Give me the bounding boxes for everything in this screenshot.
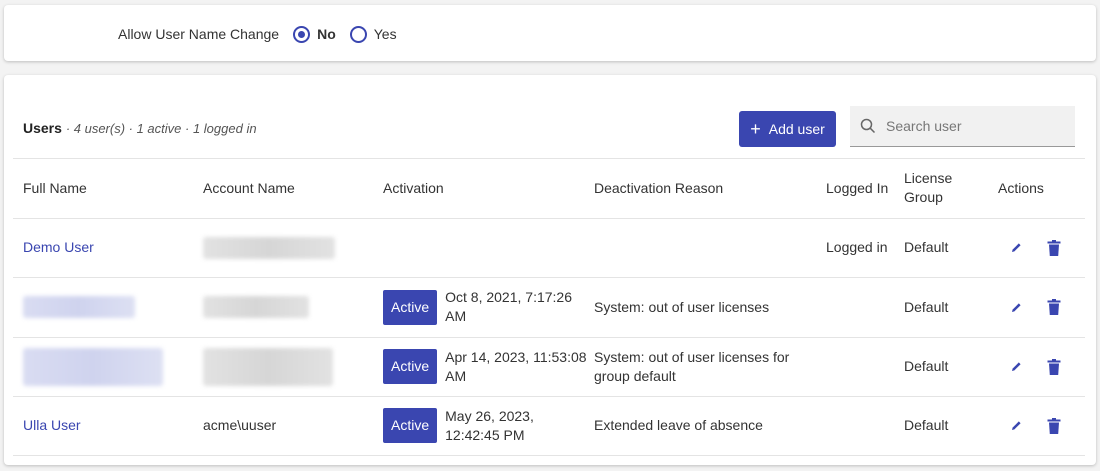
search-user-input[interactable] [886, 118, 1056, 134]
radio-no[interactable]: No [293, 25, 336, 43]
users-table: Full Name Account Name Activation Deacti… [13, 158, 1085, 456]
radio-no-label: No [317, 26, 336, 42]
activation-date: Apr 14, 2023, 11:53:08 AM [445, 348, 587, 384]
license-group: Default [904, 417, 949, 434]
add-user-button[interactable]: + Add user [739, 111, 836, 147]
status-badge: Active [383, 349, 438, 385]
redacted-account-name [203, 236, 335, 259]
deactivation-reason: System: out of user licenses for group d… [594, 348, 790, 384]
search-icon [860, 118, 876, 134]
license-group: Default [904, 298, 949, 315]
logged-in-status [826, 338, 896, 397]
radio-unchecked-icon[interactable] [349, 25, 367, 43]
table-row: Demo User Logged in Default [13, 217, 1085, 278]
table-row: Active Apr 14, 2023, 11:53:08 AM System:… [13, 336, 1085, 397]
header-deactivation-reason[interactable]: Deactivation Reason [594, 159, 809, 218]
pencil-icon[interactable] [1010, 419, 1023, 432]
pencil-icon[interactable] [1010, 241, 1023, 254]
user-name-link[interactable]: Ulla User [23, 416, 81, 435]
users-card: Users · 4 user(s) · 1 active · 1 logged … [4, 75, 1096, 465]
search-user-field[interactable] [850, 106, 1075, 147]
license-group: Default [904, 239, 949, 256]
users-counts: · 4 user(s) · 1 active · 1 logged in [65, 121, 257, 136]
status-badge: Active [383, 408, 438, 444]
pencil-icon[interactable] [1010, 301, 1023, 314]
table-row: Ulla User acme\uuser Active May 26, 2023… [13, 396, 1085, 456]
trash-icon[interactable] [1047, 417, 1061, 434]
radio-yes-label: Yes [373, 26, 397, 42]
header-license-group[interactable]: License Group [904, 159, 984, 218]
users-title: Users [23, 120, 62, 136]
users-summary: Users · 4 user(s) · 1 active · 1 logged … [23, 120, 257, 136]
plus-icon: + [750, 119, 761, 139]
trash-icon[interactable] [1047, 299, 1061, 316]
redacted-account-name [203, 296, 309, 319]
account-name: acme\uuser [203, 417, 277, 434]
radio-yes[interactable]: Yes [349, 25, 397, 43]
license-group: Default [904, 358, 949, 375]
deactivation-reason: Extended leave of absence [594, 417, 763, 434]
deactivation-reason: System: out of user licenses [594, 298, 770, 315]
activation-date: Oct 8, 2021, 7:17:26 AM [445, 289, 572, 325]
pencil-icon[interactable] [1010, 360, 1023, 373]
trash-icon[interactable] [1047, 358, 1061, 375]
radio-checked-icon[interactable] [293, 25, 311, 43]
header-logged-in[interactable]: Logged In [826, 159, 896, 218]
redacted-account-name [203, 347, 333, 386]
table-row: Active Oct 8, 2021, 7:17:26 AM System: o… [13, 277, 1085, 337]
logged-in-status: Logged in [826, 239, 888, 256]
header-activation[interactable]: Activation [383, 159, 588, 218]
allow-username-change-label: Allow User Name Change [118, 26, 280, 42]
redacted-full-name [23, 347, 163, 386]
trash-icon[interactable] [1047, 239, 1061, 256]
header-account-name[interactable]: Account Name [203, 159, 373, 218]
user-name-link[interactable]: Demo User [23, 238, 94, 257]
redacted-full-name [23, 296, 135, 319]
activation-date: May 26, 2023, 12:42:45 PM [445, 407, 534, 443]
settings-card: Allow User Name Change No Yes [4, 5, 1096, 61]
header-actions: Actions [998, 179, 1044, 196]
add-user-label: Add user [768, 121, 825, 137]
allow-username-change-setting: Allow User Name Change No Yes [118, 23, 411, 45]
header-full-name[interactable]: Full Name [23, 159, 193, 218]
deactivation-reason [594, 219, 809, 278]
logged-in-status [826, 397, 896, 455]
table-header-row: Full Name Account Name Activation Deacti… [13, 158, 1085, 218]
status-badge: Active [383, 289, 438, 325]
logged-in-status [826, 278, 896, 337]
